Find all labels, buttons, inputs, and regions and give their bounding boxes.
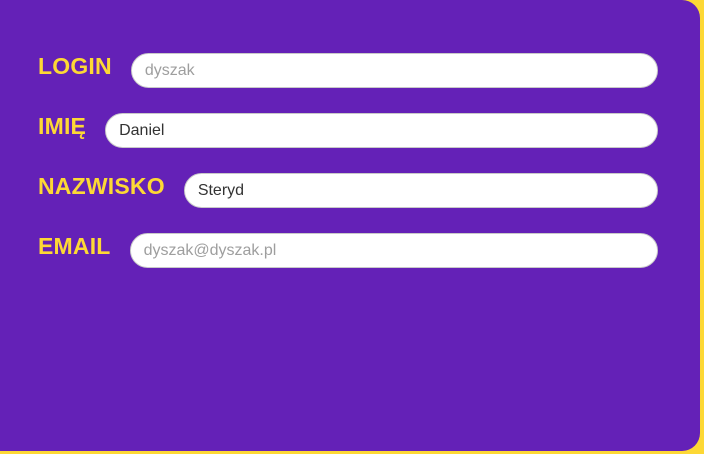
form-panel: LOGIN IMIĘ NAZWISKO EMAIL (0, 0, 700, 451)
login-label: LOGIN (38, 53, 112, 79)
imie-input[interactable] (105, 113, 658, 148)
imie-row: IMIĘ (38, 113, 658, 148)
email-input[interactable] (129, 233, 658, 268)
nazwisko-row: NAZWISKO (38, 173, 658, 208)
email-row: EMAIL (38, 233, 658, 268)
login-row: LOGIN (38, 53, 658, 88)
imie-label: IMIĘ (38, 113, 87, 139)
email-label: EMAIL (38, 233, 111, 259)
login-input[interactable] (130, 53, 658, 88)
nazwisko-input[interactable] (183, 173, 658, 208)
nazwisko-label: NAZWISKO (38, 173, 165, 199)
